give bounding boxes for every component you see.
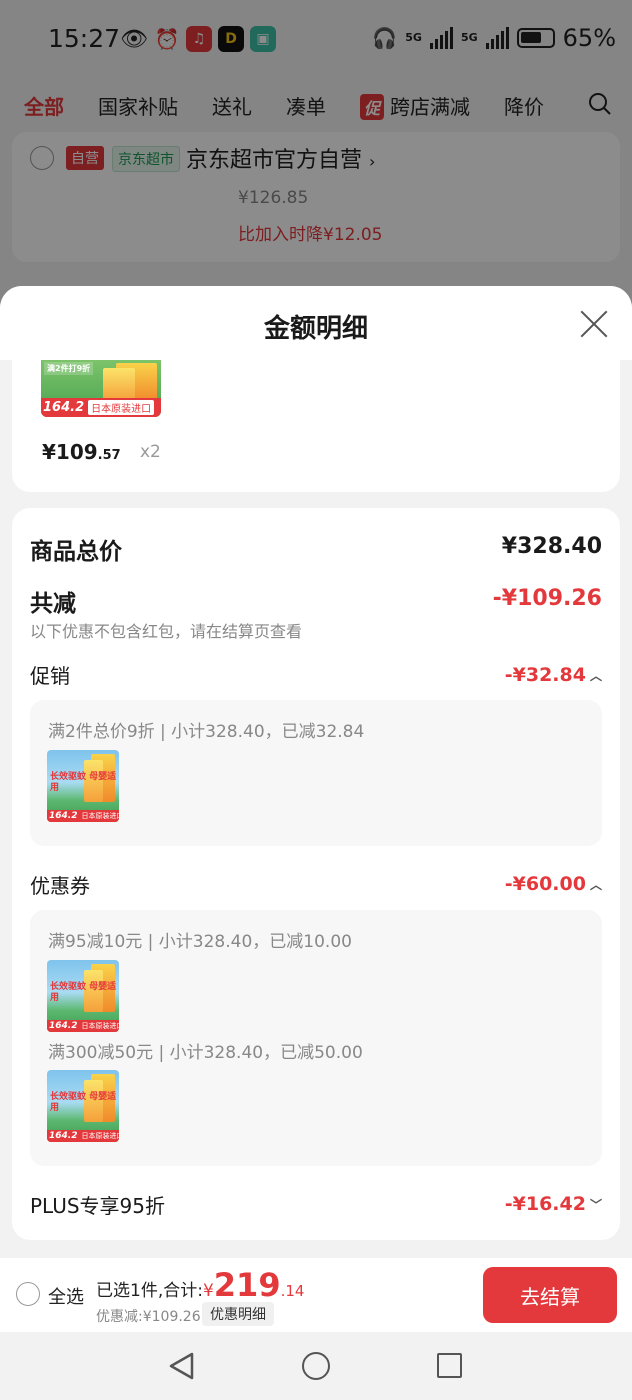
reduce-hint: 以下优惠不包含红包，请在结算页查看: [30, 622, 303, 641]
coupon-value: -¥60.00: [504, 873, 586, 895]
amount-detail-sheet: 金额明细 满2件打9折 164.2 日本原装进口 ¥109.57 x2 商品总价 …: [0, 286, 632, 1400]
plus-toggle[interactable]: -¥16.42 ﹀: [505, 1193, 602, 1215]
product-price: ¥109.57: [42, 440, 121, 464]
total-dec: .14: [280, 1282, 305, 1300]
select-all-label[interactable]: 全选: [48, 1283, 84, 1309]
amount-detail-card: 商品总价 ¥328.40 共减 -¥109.26 以下优惠不包含红包，请在结算页…: [12, 508, 620, 1240]
product-thumbnail[interactable]: 长效驱蚊 母婴适用 164.2日本原装进口: [47, 960, 119, 1032]
coupon-detail-box: 满95减10元 | 小计328.40，已减10.00 长效驱蚊 母婴适用 164.…: [30, 910, 602, 1166]
product-price-dec: .57: [97, 448, 121, 463]
product-thumbnail[interactable]: 长效驱蚊 母婴适用 164.2日本原装进口: [47, 750, 119, 822]
back-icon[interactable]: [168, 1352, 196, 1380]
product-thumbnail[interactable]: 长效驱蚊 母婴适用 164.2日本原装进口: [47, 1070, 119, 1142]
total-value: ¥328.40: [501, 534, 602, 559]
promo-value: -¥32.84: [504, 664, 586, 686]
product-card: 满2件打9折 164.2 日本原装进口 ¥109.57 x2: [12, 360, 620, 492]
thumbnail-text: 长效驱蚊 母婴适用: [50, 981, 117, 1003]
checkout-button[interactable]: 去结算: [483, 1267, 617, 1323]
product-image-tag: 日本原装进口: [88, 399, 155, 415]
discount-detail-button[interactable]: 优惠明细: [202, 1302, 274, 1326]
coupon-detail-line-2: 满300减50元 | 小计328.40，已减50.00: [48, 1043, 363, 1063]
plus-label: PLUS专享95折: [30, 1194, 165, 1218]
sheet-header: 金额明细: [0, 286, 632, 360]
chevron-up-icon: ︿: [589, 878, 602, 892]
total-int: 219: [213, 1266, 281, 1304]
checkout-bar: 全选 已选1件,合计:¥219.14 优惠减:¥109.26 优惠明细 去结算: [0, 1258, 632, 1332]
total-currency: ¥: [202, 1281, 214, 1301]
thumbnail-tag: 日本原装进口: [81, 811, 119, 820]
select-all-checkbox[interactable]: [16, 1282, 40, 1306]
promo-label: 促销: [30, 664, 70, 688]
promo-detail-line: 满2件总价9折 | 小计328.40，已减32.84: [48, 722, 365, 742]
coupon-label: 优惠券: [30, 874, 90, 898]
thumbnail-price: 164.2: [49, 810, 78, 821]
discount-text: 优惠减:¥109.26: [96, 1309, 201, 1325]
product-image[interactable]: 满2件打9折 164.2 日本原装进口: [41, 360, 161, 417]
total-line: 已选1件,合计:¥219.14: [96, 1266, 304, 1304]
coupon-detail-line-1: 满95减10元 | 小计328.40，已减10.00: [48, 932, 352, 952]
product-price-int: ¥109: [42, 440, 98, 464]
chevron-up-icon: ︿: [589, 669, 602, 683]
reduce-value: -¥109.26: [492, 586, 602, 611]
recent-apps-icon[interactable]: [437, 1353, 462, 1378]
product-quantity: x2: [140, 442, 161, 462]
thumbnail-tag: 日本原装进口: [81, 1021, 119, 1030]
thumbnail-text: 长效驱蚊 母婴适用: [50, 1091, 117, 1113]
chevron-down-icon: ﹀: [589, 1198, 602, 1212]
close-icon[interactable]: [580, 310, 608, 338]
coupon-toggle[interactable]: -¥60.00 ︿: [505, 873, 602, 895]
promo-detail-box: 满2件总价9折 | 小计328.40，已减32.84 长效驱蚊 母婴适用 164.…: [30, 700, 602, 846]
total-label: 商品总价: [30, 539, 122, 565]
promo-toggle[interactable]: -¥32.84 ︿: [505, 664, 602, 686]
product-image-price: 164.2: [43, 399, 85, 415]
selected-text: 已选1件,合计:: [96, 1281, 203, 1301]
system-nav-bar: [0, 1332, 632, 1400]
plus-value: -¥16.42: [504, 1193, 586, 1215]
home-icon[interactable]: [302, 1352, 330, 1380]
reduce-label: 共减: [30, 591, 76, 617]
thumbnail-text: 长效驱蚊 母婴适用: [50, 771, 117, 793]
thumbnail-tag: 日本原装进口: [81, 1131, 119, 1140]
thumbnail-price: 164.2: [49, 1130, 78, 1141]
thumbnail-price: 164.2: [49, 1020, 78, 1031]
sheet-title: 金额明细: [263, 314, 368, 344]
product-image-badge: 满2件打9折: [44, 362, 94, 375]
